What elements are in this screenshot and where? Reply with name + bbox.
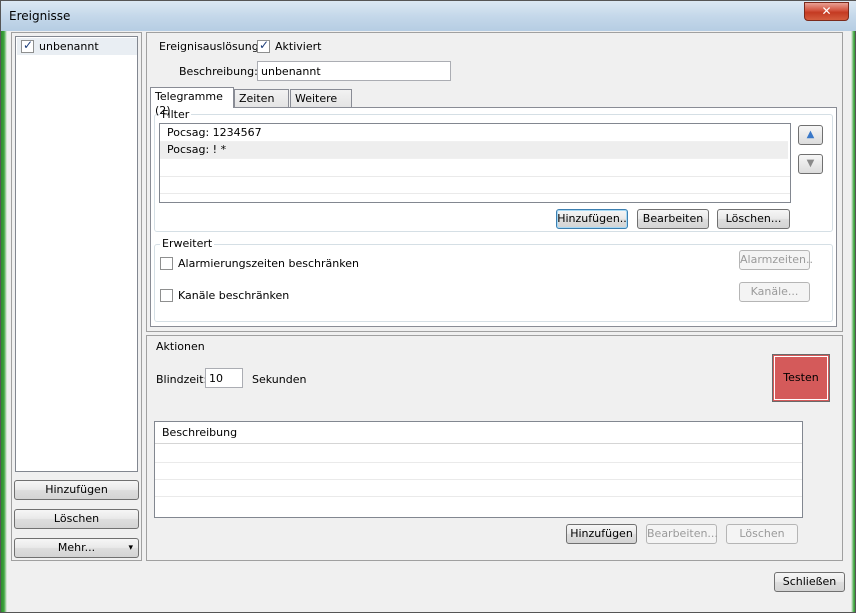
filter-list[interactable]: Pocsag: 1234567 Pocsag: ! * [159, 123, 791, 203]
seconds-label: Sekunden [252, 373, 307, 386]
more-button[interactable]: Mehr... ▾ [14, 538, 139, 558]
close-window-button[interactable]: ✕ [804, 2, 849, 21]
advanced-group [154, 244, 833, 322]
more-button-label: Mehr... [57, 541, 96, 554]
tab-times[interactable]: Zeiten (0) [234, 89, 289, 119]
grid-gridline [155, 462, 802, 463]
move-down-button[interactable]: ▼ [798, 154, 823, 174]
tab-more[interactable]: Weitere (1) [290, 89, 352, 119]
channels-button[interactable]: Kanäle... [739, 282, 810, 302]
tab-telegrams[interactable]: Telegramme (2) [150, 87, 234, 117]
events-dialog: Ereignisse ✕ unbenannt Hinzufügen Lösche… [0, 0, 856, 613]
list-gridline [160, 193, 790, 194]
delete-event-button[interactable]: Löschen [14, 509, 139, 529]
edit-filter-button[interactable]: Bearbeiten [637, 209, 709, 229]
active-checkbox[interactable] [257, 38, 270, 53]
limit-channels-checkbox[interactable] [160, 289, 173, 302]
grid-gridline [155, 496, 802, 497]
delete-action-button[interactable]: Löschen [726, 524, 798, 544]
limit-channels-label: Kanäle beschränken [178, 289, 290, 302]
description-label: Beschreibung: [179, 65, 258, 78]
list-gridline [160, 176, 790, 177]
window-title: Ereignisse [9, 9, 71, 23]
alarm-times-button[interactable]: Alarmzeiten.. [739, 250, 813, 270]
delete-filter-button[interactable]: Löschen... [717, 209, 790, 229]
edit-action-button[interactable]: Bearbeiten... [646, 524, 718, 544]
arrow-up-icon: ▲ [806, 129, 815, 140]
actions-panel: Aktionen Blindzeit: Sekunden Testen Besc… [146, 335, 843, 561]
dialog-client-area: unbenannt Hinzufügen Löschen Mehr... ▾ E… [7, 31, 851, 608]
dropdown-arrow-icon: ▾ [128, 543, 133, 553]
actions-grid[interactable]: Beschreibung [154, 421, 803, 518]
arrow-down-icon: ▼ [806, 158, 815, 169]
limit-alarm-times-checkbox[interactable] [160, 257, 173, 270]
description-input[interactable] [257, 61, 451, 81]
title-bar[interactable]: Ereignisse ✕ [1, 1, 856, 31]
grid-gridline [155, 479, 802, 480]
blind-time-label: Blindzeit: [156, 373, 208, 386]
event-list-item-label: unbenannt [39, 40, 99, 53]
tab-content-telegrams: Filter Pocsag: 1234567 Pocsag: ! * ▲ ▼ H… [150, 107, 837, 327]
test-button[interactable]: Testen [772, 354, 830, 402]
limit-alarm-times-label: Alarmierungszeiten beschränken [178, 257, 359, 270]
event-listbox[interactable]: unbenannt [15, 36, 138, 472]
add-action-button[interactable]: Hinzufügen [566, 524, 637, 544]
filter-row[interactable]: Pocsag: 1234567 [160, 125, 788, 142]
event-list-item[interactable]: unbenannt [17, 38, 137, 55]
active-label: Aktiviert [275, 40, 322, 53]
event-list-panel: unbenannt Hinzufügen Löschen Mehr... ▾ [11, 32, 142, 561]
close-icon: ✕ [821, 4, 832, 18]
add-event-button[interactable]: Hinzufügen [14, 480, 139, 500]
trigger-label: Ereignisauslösung: [159, 40, 263, 53]
filter-row[interactable]: Pocsag: ! * [160, 142, 788, 159]
event-enabled-checkbox[interactable] [21, 38, 34, 53]
grid-column-header-description[interactable]: Beschreibung [155, 422, 802, 444]
move-up-button[interactable]: ▲ [798, 125, 823, 145]
add-filter-button[interactable]: Hinzufügen.. [556, 209, 628, 229]
actions-legend: Aktionen [156, 340, 205, 353]
advanced-legend: Erweitert [160, 237, 215, 250]
trigger-panel: Ereignisauslösung: Aktiviert Beschreibun… [146, 32, 843, 332]
blind-time-input[interactable] [205, 368, 243, 388]
close-button[interactable]: Schließen [774, 572, 845, 592]
